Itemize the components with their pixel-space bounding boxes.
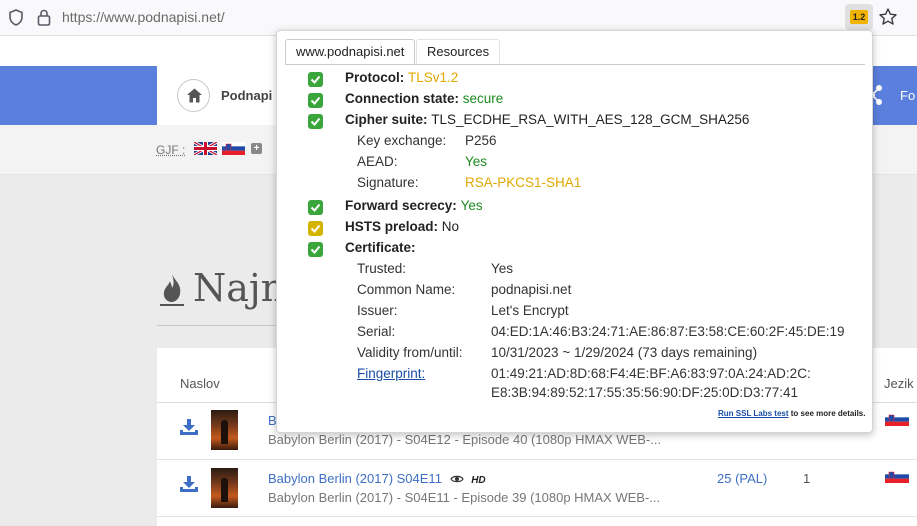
- validity-value: 10/31/2023 ~ 1/29/2024 (73 days remainin…: [491, 345, 758, 360]
- download-icon[interactable]: [179, 475, 199, 493]
- common-name-label: Common Name:: [357, 282, 456, 297]
- signature-value: RSA-PKCS1-SHA1: [465, 175, 582, 190]
- uk-flag-icon[interactable]: [194, 142, 217, 155]
- issuer-value: Let's Encrypt: [491, 303, 569, 318]
- table-row-title-wrap[interactable]: Babylon Berlin (2017) S04E11 HD: [268, 471, 486, 486]
- fingerprint-value-line1: 01:49:21:AD:8D:68:F4:4E:BF:A6:83:97:0A:2…: [491, 366, 811, 381]
- url-field[interactable]: https://www.podnapisi.net/: [62, 9, 225, 25]
- tab-domain[interactable]: www.podnapisi.net: [285, 39, 416, 65]
- fingerprint-value-line2: E8:3B:94:89:52:17:55:35:56:90:DF:25:0D:D…: [491, 385, 798, 400]
- table-row-release: Babylon Berlin (2017) - S04E11 - Episode…: [268, 490, 661, 505]
- download-icon[interactable]: [179, 418, 199, 436]
- flame-icon: [160, 274, 184, 306]
- gjf-label: GJF :: [156, 143, 186, 157]
- issuer-label: Issuer:: [357, 303, 398, 318]
- trusted-label: Trusted:: [357, 261, 407, 276]
- row-divider: [157, 459, 917, 460]
- footer-text: to see more details.: [790, 409, 866, 418]
- page-heading: Najn: [193, 266, 286, 310]
- connection-state-value: secure: [462, 91, 504, 106]
- key-exchange-label: Key exchange:: [357, 133, 447, 148]
- table-row-title[interactable]: Babylon Berlin (2017) S04E11: [268, 471, 442, 486]
- forward-secrecy-label: Forward secrecy:: [345, 198, 457, 213]
- check-icon: [308, 93, 323, 108]
- tab-divider: [285, 64, 865, 65]
- signature-label: Signature:: [357, 175, 419, 190]
- validity-label: Validity from/until:: [357, 345, 463, 360]
- hsts-preload-label: HSTS preload:: [345, 219, 439, 234]
- site-name[interactable]: Podnapi: [221, 88, 272, 103]
- check-icon: [308, 114, 323, 129]
- cipher-suite-value: TLS_ECDHE_RSA_WITH_AES_128_GCM_SHA256: [431, 112, 750, 127]
- nav-right-link[interactable]: Fo: [900, 88, 915, 103]
- warning-check-icon: [308, 221, 323, 236]
- protocol-value: TLSv1.2: [408, 70, 459, 85]
- cipher-suite-label: Cipher suite:: [345, 112, 428, 127]
- row-divider: [157, 516, 917, 517]
- table-row-release: Babylon Berlin (2017) - S04E12 - Episode…: [268, 432, 662, 447]
- fps-value[interactable]: 25 (PAL): [717, 471, 767, 486]
- check-icon: [308, 72, 323, 87]
- check-icon: [308, 200, 323, 215]
- poster-thumbnail[interactable]: [211, 468, 238, 508]
- ssl-labs-link[interactable]: Run SSL Labs test: [718, 409, 789, 418]
- certificate-label: Certificate:: [345, 240, 416, 255]
- connection-state-row: Connection state: secure: [345, 91, 503, 106]
- hd-badge: HD: [471, 475, 486, 486]
- column-header-title[interactable]: Naslov: [180, 376, 220, 391]
- serial-value: 04:ED:1A:46:B3:24:71:AE:86:87:E3:58:CE:6…: [491, 324, 845, 339]
- aead-label: AEAD:: [357, 154, 398, 169]
- tls-info-popup: www.podnapisi.net Resources Protocol: TL…: [276, 30, 873, 433]
- column-header-language[interactable]: Jezik: [884, 376, 914, 391]
- cipher-suite-row: Cipher suite: TLS_ECDHE_RSA_WITH_AES_128…: [345, 112, 749, 127]
- fingerprint-link[interactable]: Fingerprint:: [357, 366, 425, 381]
- popup-footer: Run SSL Labs test to see more details.: [718, 409, 865, 418]
- key-exchange-value: P256: [465, 133, 497, 148]
- hearing-impaired-eye-icon: [449, 475, 464, 483]
- add-language-icon[interactable]: +: [251, 143, 262, 154]
- slovenia-flag-icon: [885, 413, 909, 426]
- protocol-label: Protocol:: [345, 70, 405, 85]
- tracking-protection-shield-icon[interactable]: [8, 9, 24, 26]
- aead-value: Yes: [465, 154, 488, 169]
- protocol-row: Protocol: TLSv1.2: [345, 70, 458, 85]
- home-icon: [187, 88, 202, 103]
- hsts-preload-row: HSTS preload: No: [345, 219, 459, 234]
- lock-icon[interactable]: [37, 9, 51, 26]
- slovenia-flag-icon: [885, 470, 909, 483]
- tls-version-badge: 1.2: [850, 10, 868, 24]
- check-icon: [308, 242, 323, 257]
- bookmark-star-icon[interactable]: [878, 7, 898, 27]
- poster-thumbnail[interactable]: [211, 410, 238, 450]
- serial-label: Serial:: [357, 324, 396, 339]
- slovenia-flag-icon[interactable]: [222, 142, 245, 155]
- forward-secrecy-value: Yes: [460, 198, 483, 213]
- forward-secrecy-row: Forward secrecy: Yes: [345, 198, 483, 213]
- tls-version-button[interactable]: 1.2: [845, 4, 873, 30]
- tab-resources[interactable]: Resources: [416, 39, 501, 65]
- common-name-value: podnapisi.net: [491, 282, 572, 297]
- home-button[interactable]: [177, 79, 210, 112]
- connection-state-label: Connection state:: [345, 91, 460, 106]
- download-count: 1: [803, 471, 811, 486]
- hsts-preload-value: No: [441, 219, 460, 234]
- trusted-value: Yes: [491, 261, 514, 276]
